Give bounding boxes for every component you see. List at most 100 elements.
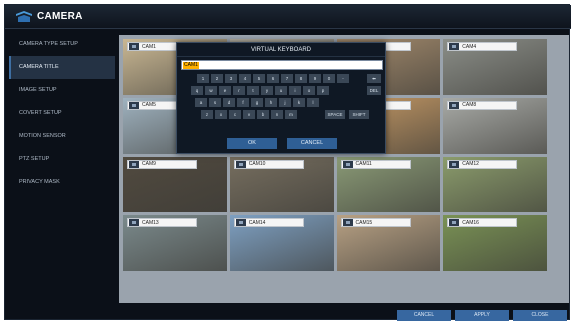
app-title: CAMERA [37, 11, 83, 22]
camera-title-text: CAM14 [248, 219, 266, 226]
camera-title-field[interactable]: CAM13 [127, 218, 197, 228]
sidebar-item[interactable]: COVERT SETUP [9, 102, 115, 125]
camera-tile[interactable]: CAM16 [443, 215, 547, 271]
key[interactable]: e [219, 86, 231, 95]
sidebar-menu: CAMERA TYPE SETUP CAMERA TITLE IMAGE SETUP… [9, 33, 115, 263]
cancel-button[interactable]: CANCEL [397, 310, 451, 321]
camera-tile[interactable]: CAM4 [443, 39, 547, 95]
camera-icon [235, 219, 246, 227]
key[interactable]: 2 [211, 74, 223, 83]
camera-title-text: CAM5 [142, 102, 156, 109]
apply-button[interactable]: APPLY [455, 310, 509, 321]
camera-tile[interactable]: CAM10 [229, 156, 334, 213]
key[interactable]: w [205, 86, 217, 95]
key[interactable]: x [215, 110, 227, 119]
key[interactable]: 8 [295, 74, 307, 83]
key[interactable]: k [293, 98, 305, 107]
key[interactable]: o [303, 86, 315, 95]
camera-tile[interactable]: CAM13 [123, 215, 227, 271]
key[interactable]: 4 [239, 74, 251, 83]
key[interactable]: n [271, 110, 283, 119]
key[interactable]: h [265, 98, 277, 107]
key[interactable]: b [257, 110, 269, 119]
camera-title-field[interactable]: CAM15 [340, 218, 411, 228]
key[interactable]: g [251, 98, 263, 107]
key[interactable]: u [275, 86, 287, 95]
camera-title-field[interactable]: CAM9 [127, 159, 197, 169]
title-bar: CAMERA [5, 5, 571, 29]
camera-title-field[interactable]: CAM16 [447, 218, 518, 228]
camera-title-text: CAM13 [142, 219, 159, 226]
camera-icon [342, 160, 353, 168]
camera-title-text: CAM12 [462, 161, 479, 167]
camera-title-field[interactable]: CAM14 [233, 218, 304, 228]
camera-tile[interactable]: CAM11 [336, 156, 441, 213]
key[interactable]: q [191, 86, 203, 95]
camera-logo-icon [16, 11, 32, 22]
key[interactable]: j [279, 98, 291, 107]
keyboard-row: 1234567890- [197, 74, 349, 83]
camera-tile[interactable]: CAM15 [336, 215, 441, 271]
camera-title-text: CAM10 [248, 161, 266, 167]
key[interactable]: r [233, 86, 245, 95]
key[interactable]: 9 [309, 74, 321, 83]
keyboard-row: asdfghjkl [195, 98, 319, 107]
key[interactable]: 5 [253, 74, 265, 83]
key[interactable]: d [223, 98, 235, 107]
keyboard-row: qwertyuiop [191, 86, 329, 95]
key[interactable]: z [201, 110, 213, 119]
shift-key[interactable]: SHIFT [349, 110, 369, 119]
close-button[interactable]: CLOSE [513, 310, 567, 321]
camera-tile[interactable]: CAM9 [123, 156, 227, 213]
sidebar-item[interactable]: CAMERA TITLE [9, 56, 115, 79]
key[interactable]: s [209, 98, 221, 107]
title-input[interactable]: CAM1 [181, 60, 383, 70]
key[interactable]: a [195, 98, 207, 107]
camera-icon [129, 43, 139, 50]
key[interactable]: 1 [197, 74, 209, 83]
camera-title-text: CAM1 [142, 43, 156, 50]
key[interactable]: 7 [281, 74, 293, 83]
camera-title-field[interactable]: CAM10 [233, 159, 304, 169]
space-key[interactable]: SPACE [325, 110, 345, 119]
key[interactable]: v [243, 110, 255, 119]
camera-icon [449, 160, 460, 168]
keyboard-ok-button[interactable]: OK [227, 138, 277, 149]
camera-title-field[interactable]: CAM4 [447, 42, 518, 51]
key[interactable]: - [337, 74, 349, 83]
camera-title-text: CAM8 [462, 102, 477, 109]
camera-title-field[interactable]: CAM8 [447, 100, 518, 110]
virtual-keyboard-dialog: VIRTUAL KEYBOARD CAM1 1234567890-qwertyu… [176, 42, 386, 154]
sidebar-item[interactable]: PRIVACY MASK [9, 171, 115, 194]
key[interactable]: m [285, 110, 297, 119]
title-input-value: CAM1 [183, 62, 199, 69]
sidebar-item[interactable]: IMAGE SETUP [9, 79, 115, 102]
key[interactable]: c [229, 110, 241, 119]
camera-icon [129, 219, 139, 227]
backspace-key[interactable]: ⬅ [367, 74, 381, 83]
key[interactable]: t [247, 86, 259, 95]
key[interactable]: 0 [323, 74, 335, 83]
key[interactable]: 3 [225, 74, 237, 83]
key[interactable]: i [289, 86, 301, 95]
sidebar-item[interactable]: PTZ SETUP [9, 148, 115, 171]
camera-tile[interactable]: CAM14 [229, 215, 334, 271]
footer-actions: CANCEL APPLY CLOSE [115, 310, 571, 322]
key[interactable]: 6 [267, 74, 279, 83]
key[interactable]: f [237, 98, 249, 107]
key[interactable]: y [261, 86, 273, 95]
camera-tile[interactable]: CAM8 [443, 97, 547, 154]
camera-tile[interactable]: CAM12 [443, 156, 547, 213]
key[interactable]: p [317, 86, 329, 95]
camera-title-field[interactable]: CAM11 [340, 159, 411, 169]
camera-icon [129, 101, 139, 109]
delete-key[interactable]: DEL [367, 86, 381, 95]
camera-title-text: CAM11 [355, 161, 372, 167]
key[interactable]: l [307, 98, 319, 107]
camera-title-text: CAM9 [142, 161, 156, 167]
camera-title-field[interactable]: CAM12 [447, 159, 518, 169]
keyboard-row: zxcvbnm [201, 110, 297, 119]
sidebar-item[interactable]: MOTION SENSOR [9, 125, 115, 148]
keyboard-cancel-button[interactable]: CANCEL [287, 138, 337, 149]
sidebar-item[interactable]: CAMERA TYPE SETUP [9, 33, 115, 56]
